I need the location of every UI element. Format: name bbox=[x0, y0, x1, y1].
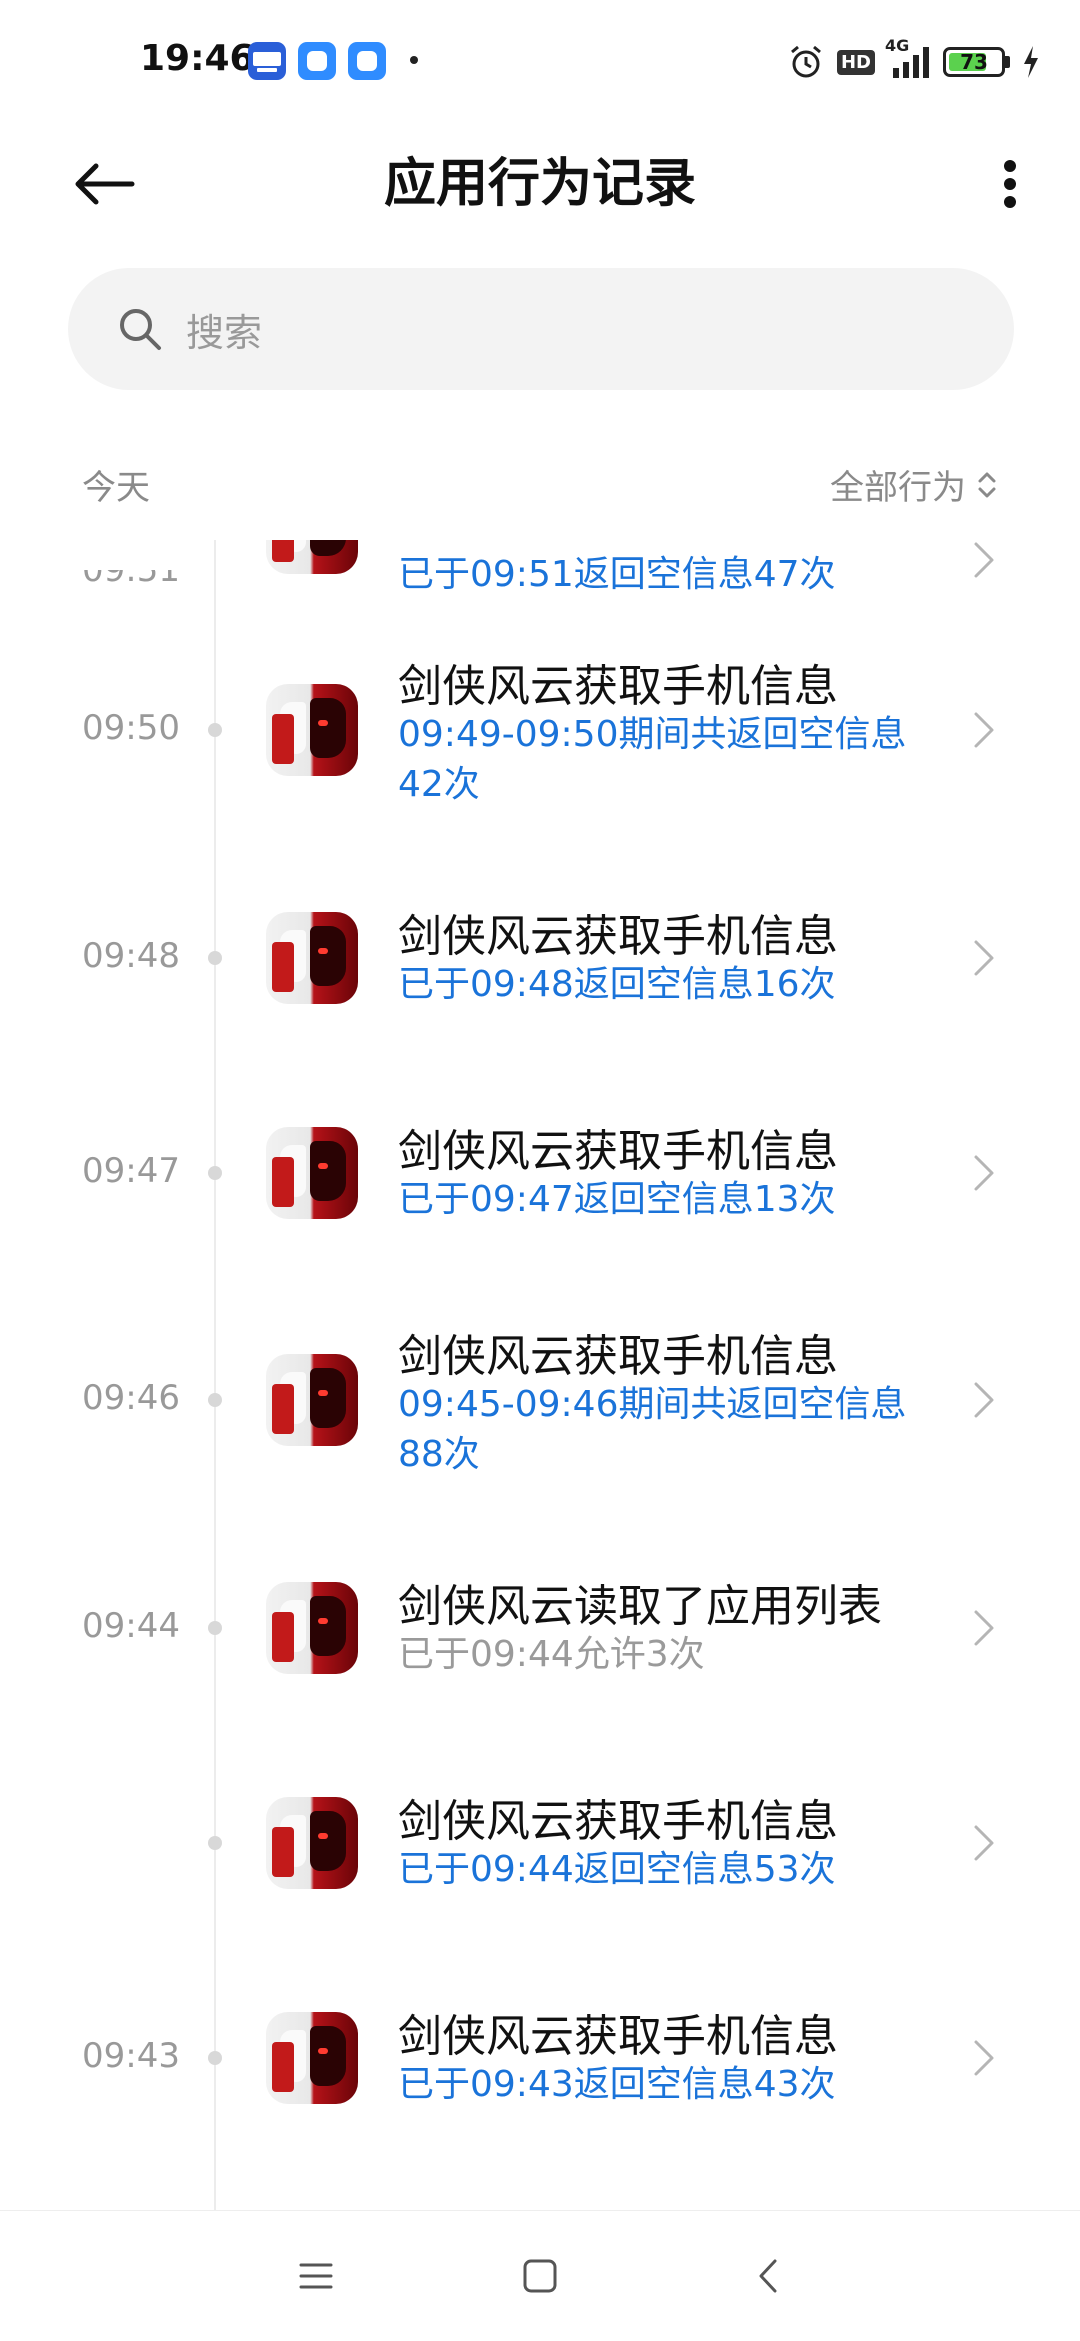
item-subtitle: 已于09:51返回空信息47次 bbox=[398, 554, 836, 595]
behavior-filter-label: 全部行为 bbox=[830, 468, 966, 508]
chevron-right-icon bbox=[974, 940, 994, 975]
menu-icon bbox=[299, 2263, 333, 2289]
jianxia-app-icon bbox=[266, 911, 358, 1004]
chevron-right-icon bbox=[974, 542, 994, 578]
chevron-right-icon bbox=[974, 712, 994, 748]
home-nav-button[interactable] bbox=[510, 2251, 570, 2301]
battery-icon: 73 bbox=[943, 47, 1010, 77]
item-time-label: 09:44 bbox=[82, 1605, 180, 1646]
item-title: 剑侠风云获取手机信息 bbox=[398, 2010, 838, 2062]
timeline-dot bbox=[208, 1165, 222, 1180]
timeline-dot bbox=[208, 1620, 222, 1635]
timeline-dot bbox=[208, 723, 222, 737]
item-subtitle: 已于09:48返回空信息16次 bbox=[398, 963, 836, 1005]
behavior-list[interactable]: 09:51 已于09:51返回空信息47次 09:50 剑侠风云获取手机信息 09:49… bbox=[0, 540, 1080, 2210]
item-subtitle: 已于09:44返回空信息53次 bbox=[398, 1848, 836, 1890]
item-title: 剑侠风云获取手机信息 bbox=[398, 1125, 838, 1177]
back-nav-button[interactable] bbox=[738, 2251, 798, 2301]
more-vertical-icon bbox=[1004, 160, 1016, 208]
chevron-right-icon bbox=[974, 1155, 994, 1190]
item-time-label: 09:48 bbox=[82, 935, 180, 976]
timeline-dot bbox=[208, 950, 222, 965]
jianxia-app-icon bbox=[266, 1796, 358, 1889]
jianxia-app-icon bbox=[266, 1354, 358, 1446]
behavior-list-item[interactable]: 09:50 剑侠风云获取手机信息 09:49-09:50期间共返回空信息42次 bbox=[0, 610, 1080, 850]
charging-icon bbox=[1022, 44, 1040, 80]
timeline-dot bbox=[208, 1835, 222, 1850]
status-time: 19:46 bbox=[140, 38, 255, 79]
item-time-label: 09:47 bbox=[82, 1150, 180, 1191]
alarm-icon bbox=[787, 43, 825, 81]
chevron-left-icon bbox=[759, 2259, 777, 2293]
item-subtitle: 09:45-09:46期间共返回空信息88次 bbox=[398, 1384, 907, 1475]
item-subtitle: 已于09:44允许3次 bbox=[398, 1633, 705, 1675]
item-title: 剑侠风云获取手机信息 bbox=[398, 661, 838, 712]
page-title: 应用行为记录 bbox=[383, 154, 696, 214]
app-header: 应用行为记录 bbox=[0, 120, 1080, 250]
jianxia-app-icon bbox=[266, 1581, 358, 1674]
home-square-icon bbox=[523, 2259, 557, 2293]
navigation-bar bbox=[0, 2210, 1080, 2341]
chevron-right-icon bbox=[974, 1382, 994, 1418]
search-input[interactable]: 搜索 bbox=[68, 268, 1014, 390]
more-options-button[interactable] bbox=[980, 148, 1040, 220]
behavior-list-item[interactable]: 09:48 剑侠风云获取手机信息 已于09:48返回空信息16次 bbox=[0, 850, 1080, 1065]
item-subtitle: 已于09:43返回空信息43次 bbox=[398, 2063, 836, 2105]
hd-badge: HD bbox=[836, 49, 875, 75]
filter-row: 今天 全部行为 bbox=[0, 460, 1080, 516]
bubble-app-icon bbox=[298, 42, 336, 80]
search-placeholder: 搜索 bbox=[186, 310, 263, 355]
item-title: 剑侠风云读取了应用列表 bbox=[398, 1580, 882, 1632]
sort-chevron-icon bbox=[978, 472, 996, 497]
jianxia-app-icon bbox=[266, 2011, 358, 2104]
behavior-filter-dropdown[interactable]: 全部行为 bbox=[830, 460, 998, 509]
search-icon bbox=[120, 309, 161, 350]
behavior-list-item[interactable]: 09:46 剑侠风云获取手机信息 09:45-09:46期间共返回空信息88次 bbox=[0, 1280, 1080, 1520]
behavior-list-item[interactable]: 09:51 已于09:51返回空信息47次 bbox=[0, 540, 1080, 610]
item-time-label: 09:46 bbox=[82, 1378, 180, 1418]
item-time-label: 09:51 bbox=[82, 550, 180, 590]
item-time-label: 09:50 bbox=[82, 708, 180, 748]
item-title: 剑侠风云获取手机信息 bbox=[398, 910, 838, 962]
chevron-right-icon bbox=[974, 1610, 994, 1645]
network-type-label: 4G bbox=[885, 36, 910, 55]
jianxia-app-icon bbox=[266, 540, 358, 574]
item-title: 剑侠风云获取手机信息 bbox=[398, 1795, 838, 1847]
jianxia-app-icon bbox=[266, 1126, 358, 1219]
status-bar: 19:46 HD 4G 73 bbox=[0, 0, 1080, 120]
chevron-right-icon bbox=[974, 2040, 994, 2075]
behavior-list-item[interactable]: 09:43 剑侠风云获取手机信息 已于09:43返回空信息43次 bbox=[0, 1950, 1080, 2165]
timeline-dot bbox=[208, 1393, 222, 1407]
notification-dot-icon bbox=[410, 56, 418, 64]
item-time-label: 09:43 bbox=[82, 2035, 180, 2076]
timeline-dot bbox=[208, 2050, 222, 2065]
behavior-list-item[interactable]: 剑侠风云获取手机信息 已于09:44返回空信息53次 bbox=[0, 1735, 1080, 1950]
item-subtitle: 已于09:47返回空信息13次 bbox=[398, 1178, 836, 1220]
date-group-label: 今天 bbox=[82, 468, 150, 508]
chevron-right-icon bbox=[974, 1825, 994, 1860]
cellular-signal-icon: 4G bbox=[885, 36, 931, 80]
menu-nav-button[interactable] bbox=[286, 2251, 346, 2301]
battery-level: 73 bbox=[960, 50, 988, 74]
zhijia-app-icon bbox=[248, 42, 286, 80]
jianxia-app-icon bbox=[266, 684, 358, 776]
item-title: 剑侠风云获取手机信息 bbox=[398, 1331, 838, 1382]
behavior-list-item[interactable]: 09:44 剑侠风云读取了应用列表 已于09:44允许3次 bbox=[0, 1520, 1080, 1735]
behavior-list-item[interactable]: 09:47 剑侠风云获取手机信息 已于09:47返回空信息13次 bbox=[0, 1065, 1080, 1280]
bubble-app-icon bbox=[348, 42, 386, 80]
item-subtitle: 09:49-09:50期间共返回空信息42次 bbox=[398, 714, 907, 805]
